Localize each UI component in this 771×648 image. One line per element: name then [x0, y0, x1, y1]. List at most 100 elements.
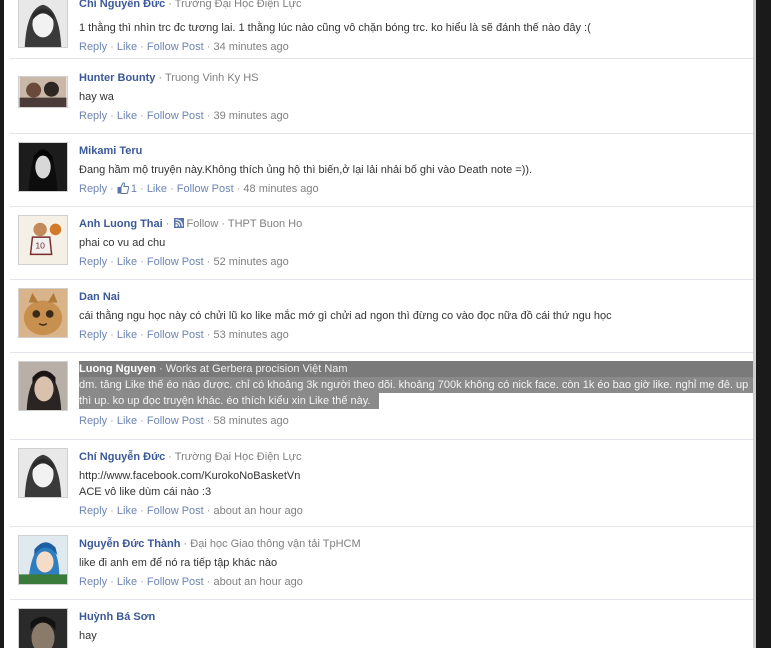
comment-body: Chí Nguyễn Đức · Trường Đại Học Điện Lực…	[79, 440, 745, 519]
reply-link[interactable]: Reply	[79, 576, 107, 588]
comment-item: Nguyễn Đức Thành · Đại học Giao thông vậ…	[10, 527, 753, 600]
like-link[interactable]: Like	[117, 576, 137, 588]
comment-timestamp[interactable]: 39 minutes ago	[214, 110, 289, 122]
like-link[interactable]: Like	[117, 505, 137, 517]
comment-author[interactable]: Luong Nguyen	[79, 363, 156, 375]
comment-author[interactable]: Dan Nai	[79, 291, 120, 303]
comment-text: 1 thằng thì nhìn trc đc tương lai. 1 thằ…	[79, 22, 591, 34]
comment-text: hay wa	[79, 91, 114, 103]
reply-link[interactable]: Reply	[79, 505, 107, 517]
left-frame-border	[0, 0, 4, 648]
comment-timestamp[interactable]: 48 minutes ago	[243, 183, 318, 195]
comment-author[interactable]: Huỳnh Bá Sơn	[79, 611, 155, 623]
comment-author-meta[interactable]: Đại học Giao thông vận tải TpHCM	[190, 538, 360, 550]
like-link[interactable]: Like	[117, 41, 137, 53]
comment-item: Mikami Teru Đang hầm mộ truyện này.Không…	[10, 134, 753, 207]
comment-actions: Reply · Like · Follow Post · 34 minutes …	[79, 41, 289, 53]
comment-body: Dan Nai cái thằng ngu học này có chửi lũ…	[79, 280, 745, 343]
follow-post-link[interactable]: Follow Post	[147, 329, 204, 341]
comment-body: Anh Luong Thai · Follow · THPT Buon Ho p…	[79, 207, 745, 270]
comment-text: dm. tăng Like thế éo nào được. chỉ có kh…	[79, 379, 749, 391]
comment-body: Chí Nguyễn Đức · Trường Đại Học Điện Lực…	[79, 0, 745, 55]
comment-text: Đang hầm mộ truyện này.Không thích ủng h…	[79, 164, 533, 176]
avatar[interactable]	[18, 608, 68, 648]
comment-actions: Reply · 1 · Like · Follow Post · 48 minu…	[79, 182, 319, 195]
svg-text:10: 10	[35, 241, 45, 251]
comment-actions: Reply · Like · Follow Post · about an ho…	[79, 576, 303, 588]
comment-item: Dan Nai cái thằng ngu học này có chửi lũ…	[10, 280, 753, 353]
comment-text: thì up. ko up đọc truyện khác. éo thích …	[79, 395, 371, 407]
comment-actions: Reply · Like · Follow Post · 52 minutes …	[79, 256, 289, 268]
comment-author-meta[interactable]: THPT Buon Ho	[228, 218, 302, 230]
avatar[interactable]	[18, 361, 68, 411]
comment-timestamp[interactable]: 52 minutes ago	[214, 256, 289, 268]
follow-post-link[interactable]: Follow Post	[177, 183, 234, 195]
like-link[interactable]: Like	[117, 329, 137, 341]
comment-author[interactable]: Chí Nguyễn Đức	[79, 0, 165, 10]
comment-author[interactable]: Nguyễn Đức Thành	[79, 538, 180, 550]
comment-body: Mikami Teru Đang hầm mộ truyện này.Không…	[79, 134, 745, 197]
reply-link[interactable]: Reply	[79, 329, 107, 341]
reply-link[interactable]: Reply	[79, 183, 107, 195]
follow-post-link[interactable]: Follow Post	[147, 110, 204, 122]
comment-text: hay	[79, 630, 97, 642]
follow-post-link[interactable]: Follow Post	[147, 505, 204, 517]
follow-link[interactable]: Follow	[186, 218, 218, 230]
comment-actions: Reply · Like · Follow Post · 53 minutes …	[79, 329, 289, 341]
thumbs-up-icon	[117, 182, 129, 194]
comment-item: Hunter Bounty · Truong Vinh Ky HS hay wa…	[10, 61, 753, 134]
avatar[interactable]: 10	[18, 215, 68, 265]
comments-panel: Chí Nguyễn Đức · Trường Đại Học Điện Lực…	[10, 0, 753, 648]
comment-actions: Reply · Like · Follow Post · 39 minutes …	[79, 110, 289, 122]
comment-author[interactable]: Hunter Bounty	[79, 72, 155, 84]
follow-post-link[interactable]: Follow Post	[147, 576, 204, 588]
comment-author[interactable]: Anh Luong Thai	[79, 218, 163, 230]
comment-author-meta[interactable]: Works at Gerbera procision Việt Nam	[166, 363, 348, 375]
reply-link[interactable]: Reply	[79, 415, 107, 427]
comment-body: Nguyễn Đức Thành · Đại học Giao thông vậ…	[79, 527, 745, 590]
comment-item: Chí Nguyễn Đức · Trường Đại Học Điện Lực…	[10, 0, 753, 59]
avatar[interactable]	[18, 142, 68, 192]
comment-text: phai co vu ad chu	[79, 237, 166, 249]
follow-post-link[interactable]: Follow Post	[147, 415, 204, 427]
comment-timestamp[interactable]: 34 minutes ago	[214, 41, 289, 53]
comment-author-meta[interactable]: Truong Vinh Ky HS	[165, 72, 259, 84]
comment-author[interactable]: Chí Nguyễn Đức	[79, 451, 165, 463]
comment-timestamp[interactable]: 53 minutes ago	[214, 329, 289, 341]
comment-body: Hunter Bounty · Truong Vinh Ky HS hay wa…	[79, 61, 745, 124]
comment-timestamp[interactable]: about an hour ago	[214, 505, 303, 517]
comment-body: Luong Nguyen · Works at Gerbera procisio…	[79, 363, 749, 427]
like-link[interactable]: Like	[117, 415, 137, 427]
comment-actions: Reply · Like · Follow Post · about an ho…	[79, 505, 303, 517]
comment-actions: Reply · Like · Follow Post · 58 minutes …	[79, 415, 289, 427]
follow-post-link[interactable]: Follow Post	[147, 41, 204, 53]
comment-text: cái thằng ngu học này có chửi lũ ko like…	[79, 310, 612, 322]
like-link[interactable]: Like	[117, 110, 137, 122]
comment-text: ACE vô like dùm cái nào :3	[79, 486, 212, 498]
avatar[interactable]	[18, 0, 68, 48]
avatar[interactable]	[18, 288, 68, 338]
avatar[interactable]	[18, 535, 68, 585]
reply-link[interactable]: Reply	[79, 110, 107, 122]
rss-icon	[174, 218, 185, 228]
comment-timestamp[interactable]: about an hour ago	[214, 576, 303, 588]
like-link[interactable]: Like	[147, 183, 167, 195]
comment-link-text[interactable]: http://www.facebook.com/KurokoNoBasketVn	[79, 468, 745, 484]
comment-body: Huỳnh Bá Sơn hay	[79, 600, 745, 644]
reply-link[interactable]: Reply	[79, 256, 107, 268]
comment-author[interactable]: Mikami Teru	[79, 145, 142, 157]
comment-author-meta[interactable]: Trường Đại Học Điện Lực	[175, 0, 302, 10]
comment-item: Huỳnh Bá Sơn hay	[10, 600, 753, 648]
avatar[interactable]	[18, 448, 68, 498]
like-link[interactable]: Like	[117, 256, 137, 268]
comment-item: Luong Nguyen · Works at Gerbera procisio…	[10, 353, 753, 440]
comment-text: like đi anh em để nó ra tiếp tập khác nà…	[79, 557, 278, 569]
comment-timestamp[interactable]: 58 minutes ago	[214, 415, 289, 427]
comment-item: Chí Nguyễn Đức · Trường Đại Học Điện Lực…	[10, 440, 753, 527]
comment-item: 10 Anh Luong Thai · Follow · THPT Buon H…	[10, 207, 753, 280]
follow-post-link[interactable]: Follow Post	[147, 256, 204, 268]
right-frame-border	[756, 0, 771, 648]
comment-author-meta[interactable]: Trường Đại Học Điện Lực	[175, 451, 302, 463]
reply-link[interactable]: Reply	[79, 41, 107, 53]
avatar[interactable]	[18, 76, 68, 108]
